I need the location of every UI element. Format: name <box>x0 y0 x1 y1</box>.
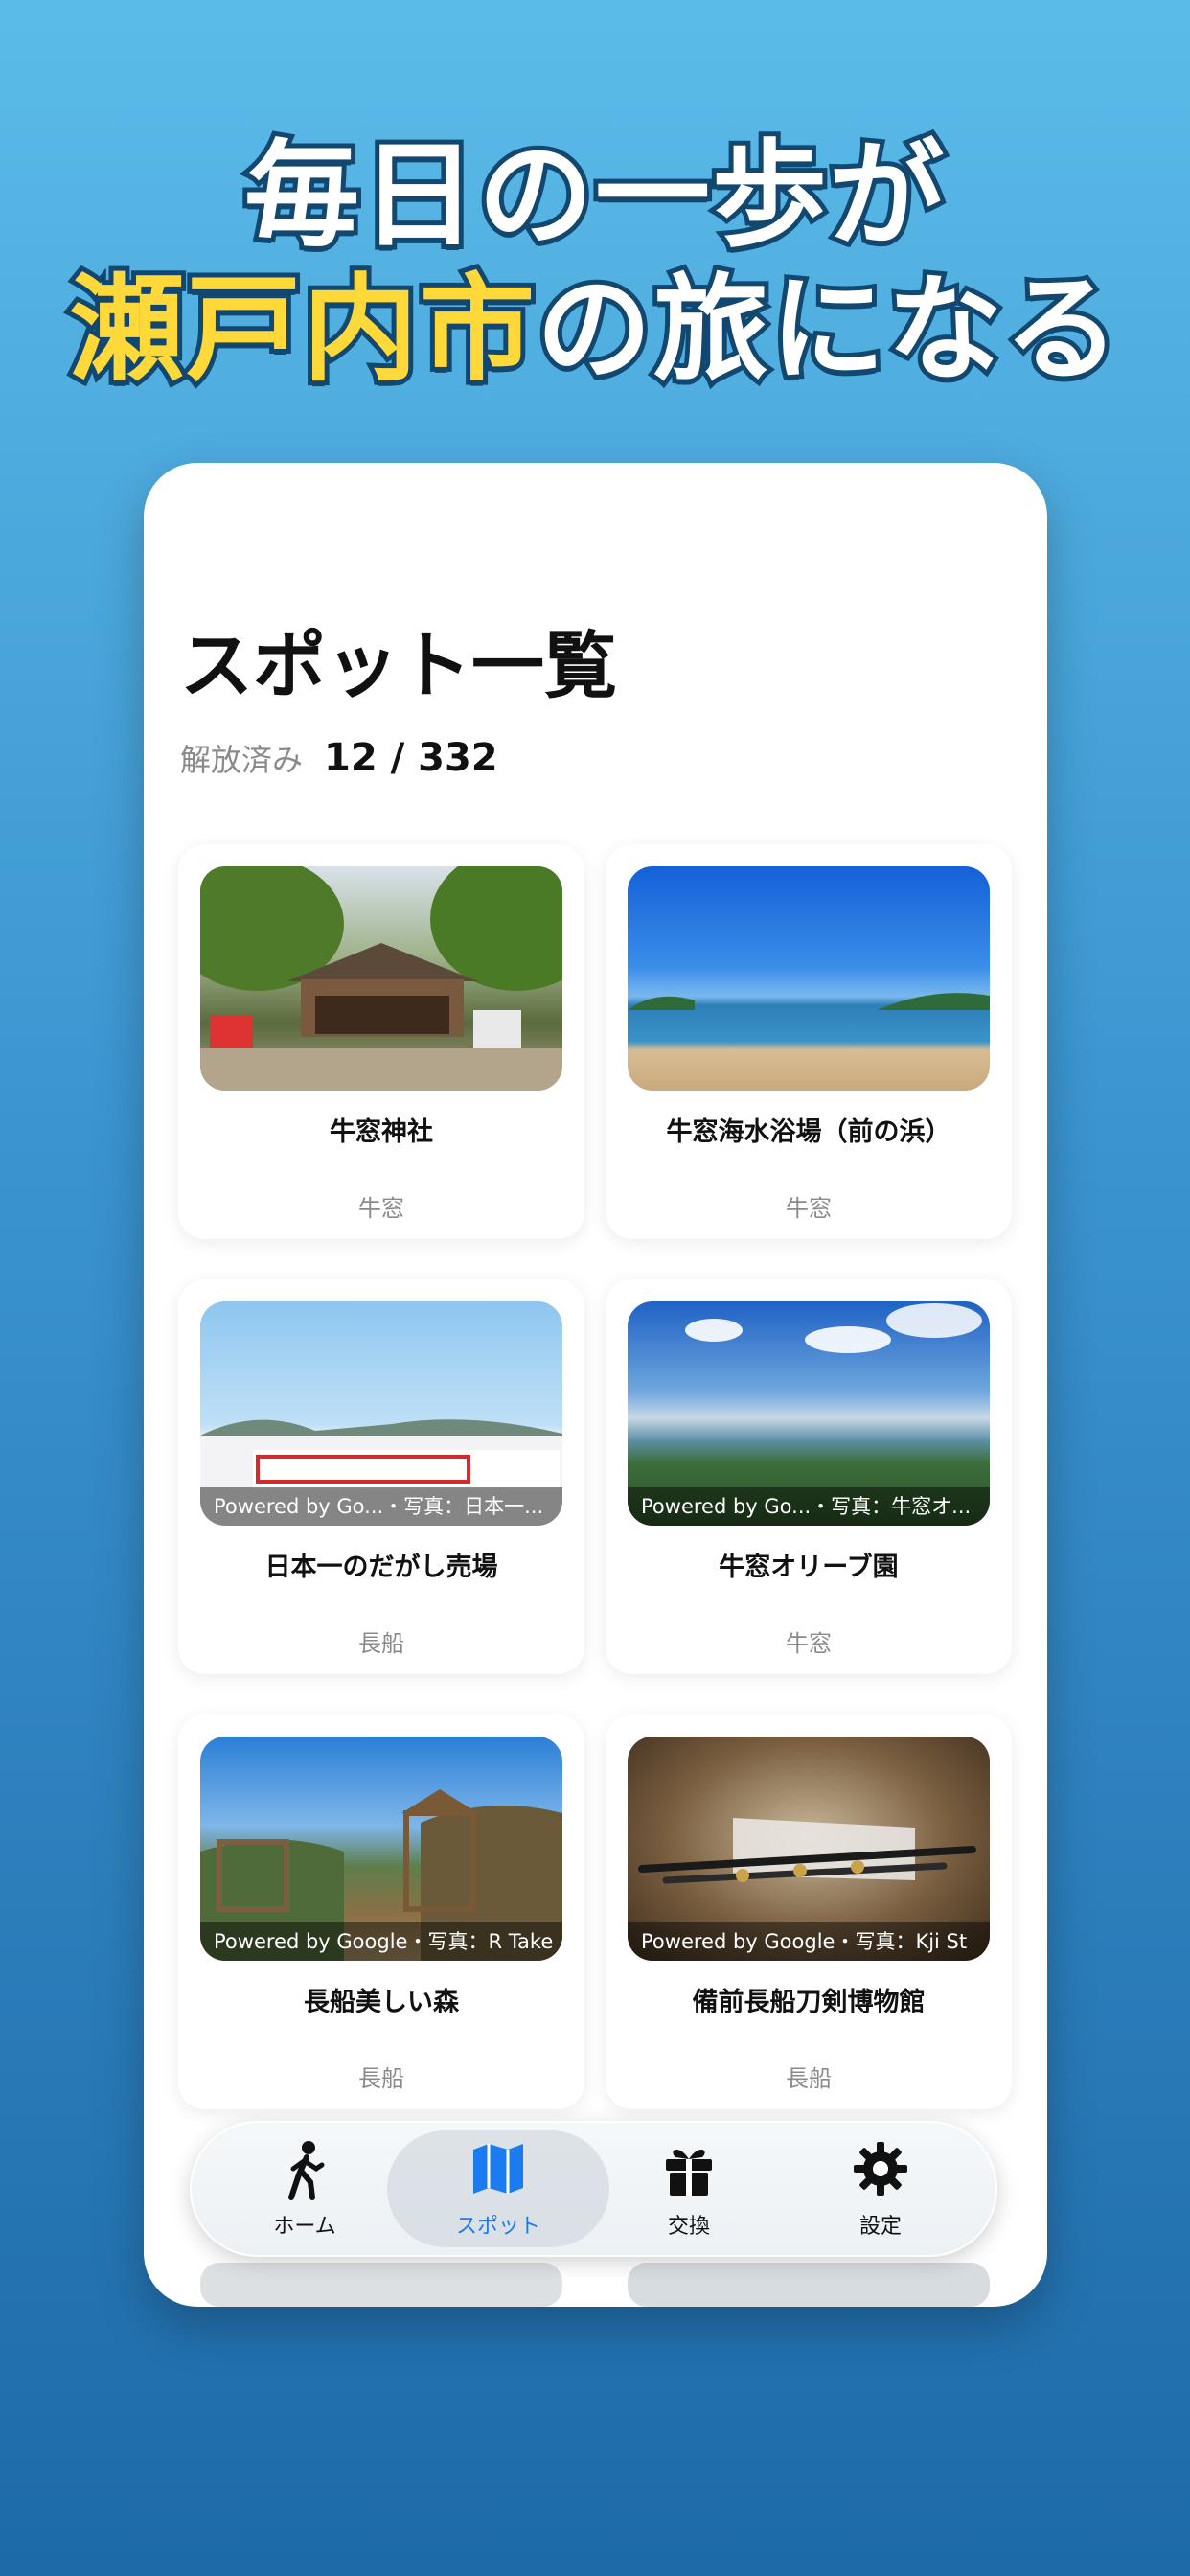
spot-photo: Powered by Google・写真：R Take <box>200 1736 562 1961</box>
tab-home[interactable]: ホーム <box>209 2121 400 2257</box>
spot-area: 長船 <box>358 2065 404 2092</box>
spot-name: 牛窓海水浴場（前の浜） <box>666 1117 951 1147</box>
photo-credit: Powered by Google・写真：R Take <box>200 1922 562 1961</box>
spot-photo <box>200 866 562 1091</box>
spot-name: 牛窓神社 <box>330 1117 433 1147</box>
tab-spots[interactable]: スポット <box>402 2121 594 2257</box>
spot-area: 長船 <box>786 2065 832 2092</box>
spot-area: 牛窓 <box>358 1195 404 1222</box>
beach-illustration <box>628 993 990 1010</box>
walking-person-icon <box>209 2140 400 2201</box>
spot-photo: Powered by Go...・写真：日本一... <box>200 1301 562 1526</box>
promo-headline: 毎日の一歩が 瀬戸内市の旅になる <box>0 125 1190 402</box>
spot-card[interactable]: 牛窓神社 牛窓 <box>178 844 584 1239</box>
tab-settings-label: 設定 <box>858 2215 902 2239</box>
spot-name: 備前長船刀剣博物館 <box>692 1988 926 2017</box>
shrine-illustration <box>200 866 562 1091</box>
spot-name: 長船美しい森 <box>304 1988 459 2017</box>
next-row-peek <box>628 2263 990 2307</box>
photo-credit: Powered by Go...・写真：日本一... <box>200 1487 562 1526</box>
spot-card[interactable]: 牛窓海水浴場（前の浜） 牛窓 <box>606 844 1012 1239</box>
tab-exchange[interactable]: 交換 <box>593 2121 785 2257</box>
tab-spots-label: スポット <box>455 2215 540 2239</box>
progress-label: 解放済み <box>180 742 304 778</box>
spot-area: 牛窓 <box>786 1630 832 1657</box>
tab-home-label: ホーム <box>273 2215 336 2239</box>
headline-tail: の旅になる <box>532 259 1124 402</box>
photo-credit: Powered by Google・写真：Kji St <box>628 1922 990 1961</box>
tab-exchange-label: 交換 <box>667 2215 710 2239</box>
unlock-progress: 解放済み 12 / 332 <box>180 736 498 780</box>
spot-name: 牛窓オリーブ園 <box>719 1552 899 1582</box>
spot-area: 牛窓 <box>786 1195 832 1222</box>
spot-photo: Powered by Google・写真：Kji St <box>628 1736 990 1961</box>
gift-icon <box>593 2140 785 2201</box>
tab-settings[interactable]: 設定 <box>785 2121 976 2257</box>
headline-city: 瀬戸内市 <box>64 259 539 402</box>
app-screen: スポット一覧 解放済み 12 / 332 牛窓神社 牛窓 牛窓海水浴場（前の浜）… <box>144 463 1047 2307</box>
spot-name: 日本一のだがし売場 <box>264 1552 498 1582</box>
spot-card[interactable]: Powered by Google・写真：R Take 長船美しい森 長船 <box>178 1714 584 2109</box>
bottom-tab-bar: ホーム スポット 交換 設定 <box>190 2121 997 2257</box>
spot-photo: Powered by Go...・写真：牛窓オ... <box>628 1301 990 1526</box>
spot-photo <box>628 866 990 1091</box>
next-row-peek <box>200 2263 562 2307</box>
map-icon <box>402 2140 594 2201</box>
gear-icon <box>785 2140 976 2201</box>
spot-card[interactable]: Powered by Go...・写真：牛窓オ... 牛窓オリーブ園 牛窓 <box>606 1279 1012 1674</box>
photo-credit: Powered by Go...・写真：牛窓オ... <box>628 1487 990 1526</box>
progress-value: 12 / 332 <box>324 736 498 780</box>
spot-card[interactable]: Powered by Google・写真：Kji St 備前長船刀剣博物館 長船 <box>606 1714 1012 2109</box>
page-title: スポット一覧 <box>180 623 617 708</box>
headline-line-1: 毎日の一歩が <box>240 125 949 267</box>
headline-line-2: 瀬戸内市の旅になる <box>0 259 1190 402</box>
spot-card[interactable]: Powered by Go...・写真：日本一... 日本一のだがし売場 長船 <box>178 1279 584 1674</box>
spot-area: 長船 <box>358 1630 404 1657</box>
